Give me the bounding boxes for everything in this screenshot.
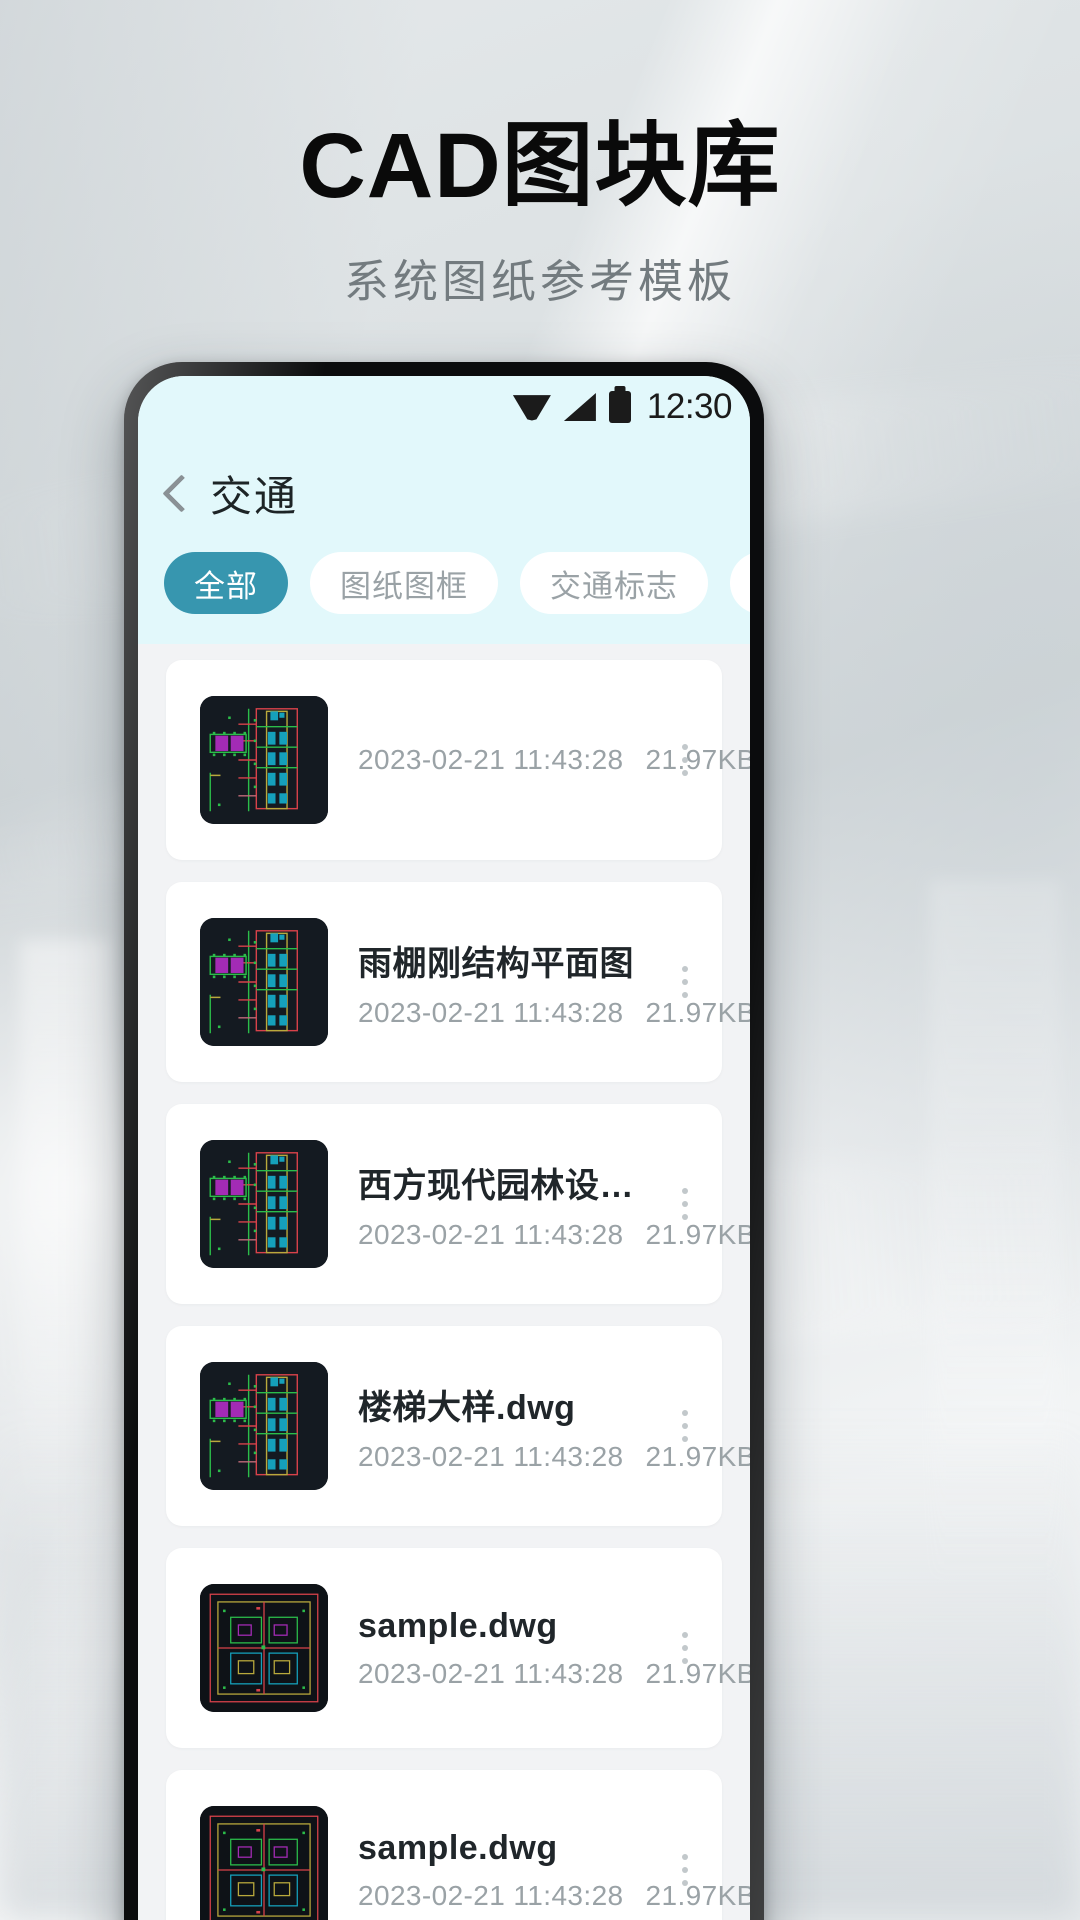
file-date: 2023-02-21 11:43:28 [358,744,624,775]
back-chevron-icon[interactable] [164,474,186,512]
signal-icon [563,393,596,421]
drawing-thumbnail [200,696,328,824]
more-vertical-icon[interactable] [658,1770,712,1920]
filter-chip-label: 全部 [194,568,258,604]
file-list-item[interactable]: 雨棚刚结构平面图 2023-02-21 11:43:28 21.97KB [166,882,750,1082]
file-list-item[interactable]: sample.dwg 2023-02-21 11:43:28 21.97KB [166,1770,750,1920]
filter-chip-row: 全部 图纸图框 交通标志 常用符号图例 [138,548,750,644]
file-list[interactable]: 2023-02-21 11:43:28 21.97KB 雨棚刚结构平面图 202… [138,644,750,1920]
filter-chip-label: 交通标志 [550,568,678,604]
promo-headline: CAD图块库 [299,115,781,217]
filter-chip[interactable]: 全部 [164,552,288,614]
file-name: 西方现代园林设计集 [358,1166,658,1205]
promo-text-block: CAD图块库 系统图纸参考模板 [0,118,1080,310]
file-name: sample.dwg [358,1828,558,1867]
file-meta: 2023-02-21 11:43:28 21.97KB [358,1218,750,1251]
filter-chip[interactable]: 交通标志 [520,552,708,614]
backdrop-column [20,940,110,1500]
file-name: sample.dwg [358,1606,558,1645]
more-vertical-icon[interactable] [658,1326,712,1526]
more-vertical-icon[interactable] [658,1548,712,1748]
more-vertical-icon[interactable] [658,1104,712,1304]
drawing-thumbnail [200,1806,328,1920]
file-meta: 2023-02-21 11:43:28 21.97KB [358,744,750,776]
file-list-item[interactable]: 楼梯大样.dwg 2023-02-21 11:43:28 21.97KB [166,1326,750,1526]
app-bar: 交通 [138,438,750,548]
file-name: 楼梯大样.dwg [358,1388,576,1427]
file-meta: 2023-02-21 11:43:28 21.97KB [358,1657,750,1690]
file-info: 2023-02-21 11:43:28 21.97KB [328,744,750,776]
filter-chip[interactable]: 图纸图框 [310,552,498,614]
drawing-thumbnail [200,918,328,1046]
filter-chip[interactable]: 常用符号图例 [730,552,750,614]
status-bar-icons [512,391,631,423]
backdrop-column [930,880,1060,1580]
phone-screen: 12:30 交通 全部 图纸图框 交通标志 常用符号图例 [138,376,750,1920]
file-date: 2023-02-21 11:43:28 [358,1879,624,1911]
file-list-item[interactable]: 西方现代园林设计集 2023-02-21 11:43:28 21.97KB [166,1104,750,1304]
drawing-thumbnail [200,1362,328,1490]
file-info: 雨棚刚结构平面图 2023-02-21 11:43:28 21.97KB [328,936,750,1029]
file-meta: 2023-02-21 11:43:28 21.97KB [358,996,750,1029]
file-meta: 2023-02-21 11:43:28 21.97KB [358,1440,750,1473]
file-date: 2023-02-21 11:43:28 [358,996,624,1028]
file-date: 2023-02-21 11:43:28 [358,1218,624,1250]
file-list-item[interactable]: 2023-02-21 11:43:28 21.97KB [166,660,750,860]
phone-mockup: 12:30 交通 全部 图纸图框 交通标志 常用符号图例 [124,362,764,1920]
wifi-icon [512,395,551,421]
file-info: 楼梯大样.dwg 2023-02-21 11:43:28 21.97KB [328,1380,750,1473]
file-date: 2023-02-21 11:43:28 [358,1440,624,1472]
page-title: 交通 [210,472,299,520]
more-vertical-icon[interactable] [658,882,712,1082]
file-info: sample.dwg 2023-02-21 11:43:28 21.97KB [328,1606,750,1690]
promo-subheadline: 系统图纸参考模板 [343,255,736,307]
drawing-thumbnail [200,1140,328,1268]
file-date: 2023-02-21 11:43:28 [358,1657,624,1689]
more-vertical-icon[interactable] [658,660,712,860]
file-meta: 2023-02-21 11:43:28 21.97KB [358,1879,750,1912]
file-list-item[interactable]: sample.dwg 2023-02-21 11:43:28 21.97KB [166,1548,750,1748]
filter-chip-label: 图纸图框 [340,568,468,604]
status-bar-time: 12:30 [646,387,733,426]
status-bar: 12:30 [138,376,750,438]
file-name: 雨棚刚结构平面图 [358,944,634,983]
file-info: sample.dwg 2023-02-21 11:43:28 21.97KB [328,1828,750,1912]
file-info: 西方现代园林设计集 2023-02-21 11:43:28 21.97KB [328,1158,750,1251]
battery-icon [608,391,631,423]
drawing-thumbnail [200,1584,328,1712]
